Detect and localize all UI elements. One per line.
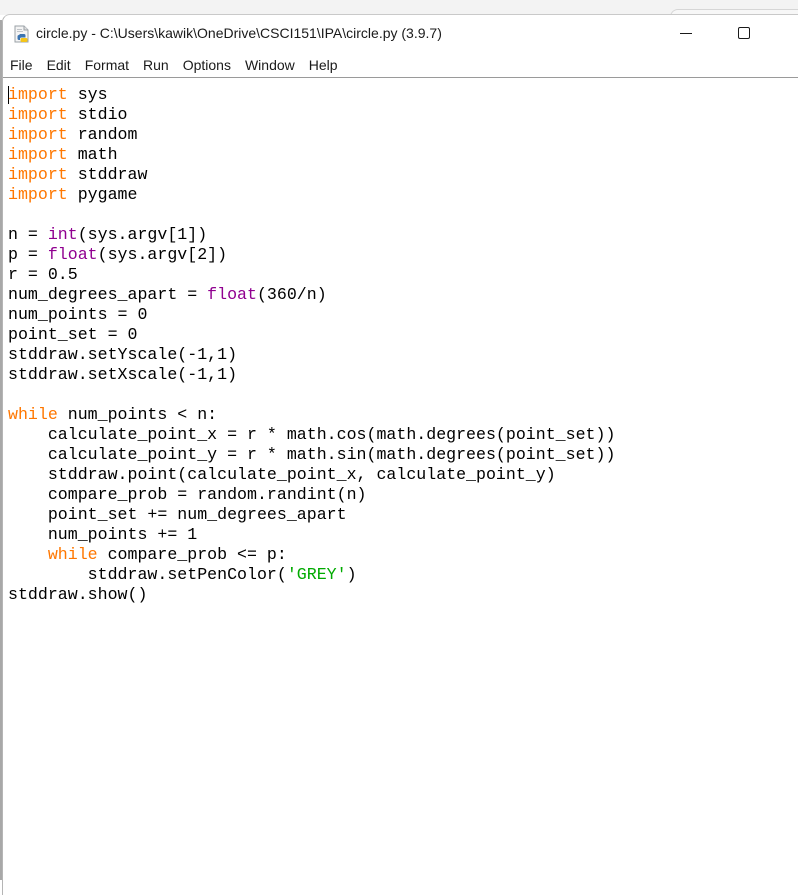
code-token: r = 0.5	[8, 265, 78, 284]
code-token: random	[67, 125, 138, 144]
code-line[interactable]: n = int(sys.argv[1])	[8, 225, 798, 245]
builtin-token: int	[47, 225, 78, 244]
maximize-button[interactable]	[721, 15, 767, 51]
title-bar[interactable]: circle.py - C:\Users\kawik\OneDrive\CSCI…	[3, 15, 798, 51]
code-token: point_set = 0	[8, 325, 138, 344]
code-line[interactable]	[8, 385, 798, 405]
python-file-icon	[13, 25, 31, 43]
code-token: compare_prob <= p:	[97, 545, 287, 564]
keyword-token: import	[8, 125, 68, 144]
builtin-token: float	[207, 285, 257, 304]
menu-file[interactable]: File	[3, 53, 40, 77]
code-token: (sys.argv[1])	[77, 225, 208, 244]
keyword-token: while	[47, 545, 98, 564]
menu-run[interactable]: Run	[136, 53, 176, 77]
code-token: p =	[8, 245, 48, 264]
code-token: stddraw.setPenColor(	[8, 565, 287, 584]
code-token: num_degrees_apart =	[8, 285, 208, 304]
builtin-token: float	[47, 245, 98, 264]
code-line[interactable]: num_degrees_apart = float(360/n)	[8, 285, 798, 305]
minimize-button[interactable]	[663, 15, 709, 51]
code-token: n =	[8, 225, 48, 244]
keyword-token: import	[8, 185, 68, 204]
keyword-token: import	[8, 165, 68, 184]
menu-separator	[3, 77, 798, 78]
code-line[interactable]: stddraw.point(calculate_point_x, calcula…	[8, 465, 798, 485]
code-line[interactable]: while num_points < n:	[8, 405, 798, 425]
code-token: stddraw.show()	[8, 585, 148, 604]
code-editor[interactable]: import sys import stdio import random impor…	[8, 85, 798, 885]
code-token: stddraw	[67, 165, 148, 184]
menu-edit[interactable]: Edit	[40, 53, 78, 77]
code-line[interactable]: stddraw.setXscale(-1,1)	[8, 365, 798, 385]
code-line[interactable]	[8, 205, 798, 225]
idle-editor-window: circle.py - C:\Users\kawik\OneDrive\CSCI…	[2, 14, 798, 895]
code-token: math	[67, 145, 118, 164]
window-title: circle.py - C:\Users\kawik\OneDrive\CSCI…	[36, 25, 442, 41]
code-token: sys	[67, 85, 108, 104]
code-token: num_points += 1	[8, 525, 198, 544]
keyword-token: import	[8, 105, 68, 124]
code-line[interactable]: compare_prob = random.randint(n)	[8, 485, 798, 505]
code-line[interactable]: point_set = 0	[8, 325, 798, 345]
menu-window[interactable]: Window	[238, 53, 302, 77]
code-line[interactable]: stddraw.setYscale(-1,1)	[8, 345, 798, 365]
code-line[interactable]: p = float(sys.argv[2])	[8, 245, 798, 265]
code-token: num_points = 0	[8, 305, 148, 324]
code-line[interactable]: stddraw.setPenColor('GREY')	[8, 565, 798, 585]
menu-format[interactable]: Format	[78, 53, 136, 77]
code-line[interactable]: r = 0.5	[8, 265, 798, 285]
text-caret	[8, 86, 9, 104]
code-line[interactable]: num_points = 0	[8, 305, 798, 325]
minimize-icon	[680, 32, 692, 34]
menu-help[interactable]: Help	[302, 53, 345, 77]
code-token: calculate_point_y = r * math.sin(math.de…	[8, 445, 616, 464]
code-line[interactable]: import stdio	[8, 105, 798, 125]
code-token: pygame	[67, 185, 138, 204]
code-token: stddraw.point(calculate_point_x, calcula…	[8, 465, 556, 484]
code-line[interactable]: point_set += num_degrees_apart	[8, 505, 798, 525]
keyword-token: while	[8, 405, 58, 424]
string-token: 'GREY'	[286, 565, 347, 584]
code-token: stddraw.setXscale(-1,1)	[8, 365, 238, 384]
code-line[interactable]: num_points += 1	[8, 525, 798, 545]
code-token: compare_prob = random.randint(n)	[8, 485, 367, 504]
code-token: calculate_point_x = r * math.cos(math.de…	[8, 425, 616, 444]
code-token: point_set += num_degrees_apart	[8, 505, 347, 524]
code-line[interactable]: import stddraw	[8, 165, 798, 185]
code-token: num_points < n:	[57, 405, 218, 424]
code-line[interactable]: calculate_point_x = r * math.cos(math.de…	[8, 425, 798, 445]
keyword-token: import	[8, 85, 68, 104]
code-line[interactable]: stddraw.show()	[8, 585, 798, 605]
menu-options[interactable]: Options	[176, 53, 238, 77]
code-line[interactable]: calculate_point_y = r * math.sin(math.de…	[8, 445, 798, 465]
code-token: (360/n)	[256, 285, 327, 304]
keyword-token: import	[8, 145, 68, 164]
code-line[interactable]: import pygame	[8, 185, 798, 205]
code-line[interactable]: while compare_prob <= p:	[8, 545, 798, 565]
code-token: (sys.argv[2])	[97, 245, 228, 264]
code-line[interactable]: import sys	[8, 85, 798, 105]
code-token: stddraw.setYscale(-1,1)	[8, 345, 238, 364]
maximize-icon	[738, 27, 750, 39]
code-token: stdio	[67, 105, 128, 124]
code-line[interactable]: import random	[8, 125, 798, 145]
window-left-edge	[0, 20, 2, 880]
code-token: )	[346, 565, 357, 584]
code-line[interactable]: import math	[8, 145, 798, 165]
menu-bar: File Edit Format Run Options Window Help	[3, 53, 798, 77]
